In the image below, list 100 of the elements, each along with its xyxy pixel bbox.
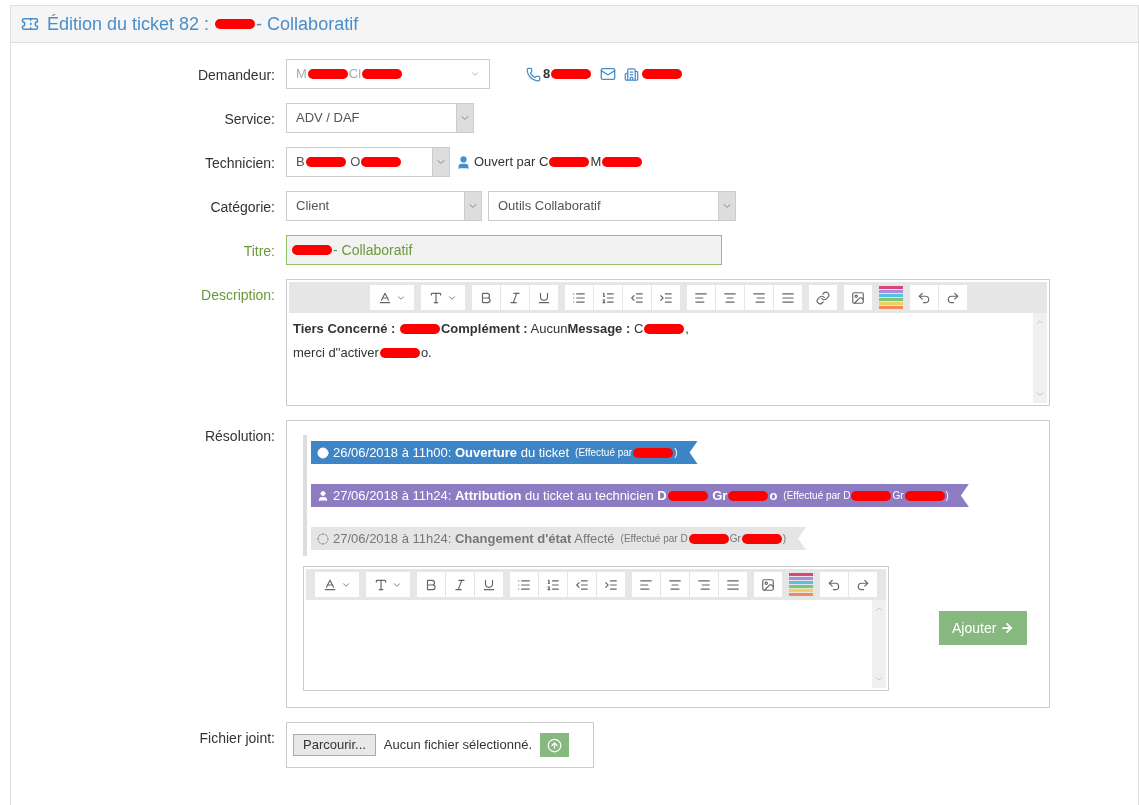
redaction-mark (551, 69, 592, 79)
select-field[interactable]: ADV / DAF (286, 103, 474, 133)
text-fragment: Complément : AucunMessage : C (441, 320, 644, 338)
redaction-mark (400, 324, 440, 334)
field-label: Description: (201, 286, 275, 305)
underline-icon[interactable] (475, 572, 503, 597)
upload-button[interactable] (540, 733, 569, 757)
italic-icon[interactable] (500, 285, 529, 310)
text-fragment: 27/06/2018 à 11h24: Attribution du ticket au technicien D (333, 486, 667, 505)
indent-icon[interactable] (651, 285, 680, 310)
text-fragment: O (349, 153, 361, 172)
align-left-icon[interactable] (632, 572, 660, 597)
undo-icon[interactable] (820, 572, 848, 597)
image-icon[interactable] (754, 572, 782, 597)
image-icon[interactable] (843, 285, 872, 310)
numbered-list-icon[interactable] (539, 572, 567, 597)
redaction-mark (642, 69, 683, 79)
field-label: Fichier joint: (199, 729, 275, 748)
mail-icon (600, 66, 617, 82)
upload-icon (547, 737, 562, 753)
redaction-mark (667, 490, 708, 501)
outdent-icon[interactable] (622, 285, 651, 310)
text-fragment: o. (420, 344, 432, 362)
arrow-right-icon (1000, 621, 1015, 635)
text-fragment: B (296, 153, 305, 172)
redaction-mark (379, 348, 420, 358)
font-icon[interactable] (323, 577, 337, 592)
field-label: Catégorie: (210, 198, 275, 217)
redaction-mark (307, 69, 348, 79)
redaction-mark (362, 69, 403, 79)
align-center-icon[interactable] (661, 572, 689, 597)
indent-icon[interactable] (597, 572, 625, 597)
text-fragment: - Collaboratif (333, 240, 413, 260)
font-size-icon[interactable] (428, 290, 443, 305)
italic-icon[interactable] (446, 572, 474, 597)
select-field[interactable]: B O (286, 147, 450, 177)
user-icon (456, 154, 471, 170)
text-fragment: Client (296, 197, 330, 216)
redaction-mark (644, 324, 685, 334)
redaction-mark (688, 533, 729, 544)
bullet-list-icon[interactable] (510, 572, 538, 597)
align-left-icon[interactable] (686, 285, 715, 310)
align-right-icon[interactable] (690, 572, 718, 597)
text-fragment: Gr (892, 489, 904, 503)
text-fragment: (Effectué par (575, 446, 633, 460)
browse-button[interactable]: Parcourir... (293, 734, 376, 756)
justify-icon[interactable] (719, 572, 747, 597)
redaction-mark (361, 157, 402, 167)
font-icon[interactable] (377, 290, 392, 305)
select-field[interactable]: Outils Collaboratif (488, 191, 736, 221)
text-fragment: 8 (543, 65, 551, 84)
justify-icon[interactable] (773, 285, 802, 310)
text-fragment: Cl (348, 65, 362, 84)
field-label: Titre: (243, 242, 275, 261)
text-fragment: ADV / DAF (296, 109, 360, 128)
text-fragment: , (685, 320, 689, 338)
redaction-mark (633, 447, 674, 458)
align-center-icon[interactable] (715, 285, 744, 310)
description-editor[interactable]: Tiers Concerné : Complément : AucunMessage : C , merci d''activer o. (286, 279, 1050, 406)
redaction-mark (741, 533, 782, 544)
building-icon (624, 66, 640, 82)
undo-icon[interactable] (909, 285, 938, 310)
select-field[interactable]: Client (286, 191, 482, 221)
ticket-icon (21, 15, 39, 33)
color-palette-icon[interactable] (789, 573, 813, 596)
redaction-mark (728, 490, 769, 501)
field-label: Service: (224, 110, 275, 129)
text-fragment: o (769, 486, 778, 505)
bold-icon[interactable] (471, 285, 500, 310)
file-status: Aucun fichier sélectionné. (383, 736, 532, 755)
text-fragment: ) (674, 446, 678, 460)
field-label: Demandeur: (197, 66, 275, 85)
text-fragment: 26/06/2018 à 11h00: Ouverture du ticket (333, 443, 570, 462)
numbered-list-icon[interactable] (593, 285, 622, 310)
bullet-list-icon[interactable] (564, 285, 593, 310)
redaction-mark (305, 157, 346, 167)
underline-icon[interactable] (529, 285, 558, 310)
redaction-mark (292, 245, 332, 255)
outdent-icon[interactable] (568, 572, 596, 597)
font-size-icon[interactable] (374, 577, 388, 592)
text-fragment: - Collaboratif (256, 12, 359, 36)
circle-icon (317, 446, 329, 459)
dashed-circle-icon (317, 532, 329, 545)
redo-icon[interactable] (849, 572, 877, 597)
redaction-mark (215, 19, 256, 29)
text-fragment: ) (945, 489, 949, 503)
bold-icon[interactable] (417, 572, 445, 597)
text-fragment: Édition du ticket 82 : (47, 12, 211, 36)
text-fragment: Ouvert par C (474, 153, 549, 172)
redaction-mark (549, 157, 590, 167)
color-palette-icon[interactable] (878, 286, 903, 309)
text-fragment: 27/06/2018 à 11h24: Changement d'état Affecté (333, 529, 615, 548)
text-fragment: Gr (729, 532, 741, 546)
user-icon (317, 489, 329, 502)
link-icon[interactable] (808, 285, 837, 310)
align-right-icon[interactable] (744, 285, 773, 310)
text-fragment: Tiers Concerné : (293, 320, 397, 338)
field-label: Résolution: (204, 427, 275, 446)
redo-icon[interactable] (938, 285, 967, 310)
text-fragment: M (590, 153, 602, 172)
